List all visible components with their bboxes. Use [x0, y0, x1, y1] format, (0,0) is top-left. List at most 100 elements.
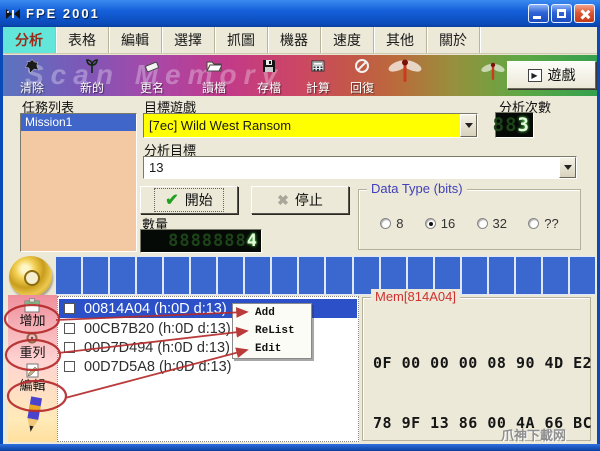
window-border [0, 27, 3, 451]
start-button[interactable]: ✔ 開始 [140, 186, 238, 214]
target-game-value: [7ec] Wild West Ransom [144, 114, 460, 137]
new-label: 新的 [79, 81, 104, 95]
radio-unknown-label: ?? [544, 216, 559, 231]
target-game-combo[interactable]: [7ec] Wild West Ransom [143, 113, 478, 138]
chevron-down-icon[interactable] [559, 157, 576, 178]
radio-8[interactable]: 8 [380, 216, 404, 231]
led-value: 3 [517, 114, 530, 136]
menu-other[interactable]: 其他 [374, 27, 427, 53]
minimize-icon [533, 16, 541, 19]
rename-button[interactable]: 更名 [129, 58, 175, 95]
menu-analyze[interactable]: 分析 [3, 27, 56, 53]
address-text: 00D7D5A8 (h:0D d:13) [84, 358, 232, 375]
menu-speed[interactable]: 速度 [321, 27, 374, 53]
save-label: 存檔 [256, 81, 281, 95]
radio-8-label: 8 [396, 216, 404, 231]
menu-about[interactable]: 關於 [427, 27, 480, 53]
row-checkbox[interactable] [64, 361, 75, 372]
toolbar: Scan Memory 清除 新的 更名 讀檔 存檔 計算 回復 ▶ 遊戲 [3, 54, 597, 96]
game-button[interactable]: ▶ 遊戲 [507, 61, 596, 89]
undo-label: 回復 [349, 81, 374, 95]
radio-icon [528, 218, 540, 229]
save-button[interactable]: 存檔 [246, 58, 292, 95]
address-list[interactable]: 00814A04 (h:0D d:13) 00CB7B20 (h:0D d:13… [57, 296, 359, 442]
undo-button[interactable]: 回復 [341, 58, 383, 95]
pencil-icon [26, 396, 42, 432]
address-row[interactable]: 00814A04 (h:0D d:13) [59, 299, 357, 318]
minimize-button[interactable] [528, 4, 549, 23]
analysis-target-combo[interactable]: 13 [143, 156, 577, 179]
edit-button[interactable]: 編輯 [19, 363, 46, 394]
radio-icon [380, 218, 392, 229]
radio-unknown[interactable]: ?? [528, 216, 559, 231]
task-item-mission1[interactable]: Mission1 [21, 114, 136, 131]
maximize-button[interactable] [551, 4, 572, 23]
radio-32[interactable]: 32 [476, 216, 507, 231]
chevron-down-icon[interactable] [460, 114, 477, 137]
new-icon [86, 59, 98, 73]
quantity-display: 8888888 4 [140, 229, 262, 253]
game-button-label: 遊戲 [547, 67, 576, 83]
address-text: 00814A04 (h:0D d:13) [84, 300, 227, 317]
check-icon: ✔ [165, 192, 179, 209]
cross-icon: ✖ [277, 191, 289, 208]
led-ghost-digits: 88 [492, 114, 518, 136]
edit-button-label: 編輯 [19, 378, 46, 393]
maximize-icon [557, 9, 566, 18]
stop-button[interactable]: ✖ 停止 [251, 186, 349, 214]
context-menu: Add ReList Edit [232, 303, 312, 359]
memory-groupbox: Mem[814A04] 0F 00 00 00 08 90 4D E2 78 9… [362, 289, 592, 441]
clear-label: 清除 [19, 81, 44, 95]
radio-icon [476, 218, 488, 229]
relist-button-label: 重列 [19, 345, 46, 360]
relist-button[interactable]: 重列 [19, 331, 46, 361]
radio-32-label: 32 [492, 216, 507, 231]
menu-capture[interactable]: 抓圖 [215, 27, 268, 53]
close-button[interactable] [574, 4, 595, 23]
menu-bar: 分析 表格 編輯 選擇 抓圖 機器 速度 其他 關於 [3, 27, 597, 54]
menu-edit[interactable]: 編輯 [109, 27, 162, 53]
radio-16-label: 16 [440, 216, 456, 231]
menu-table[interactable]: 表格 [56, 27, 109, 53]
row-checkbox[interactable] [64, 342, 75, 353]
open-file-button[interactable]: 讀檔 [191, 58, 237, 95]
add-icon [24, 298, 40, 313]
radio-icon [424, 218, 436, 229]
context-menu-add[interactable]: Add [233, 304, 311, 322]
menu-select[interactable]: 選擇 [162, 27, 215, 53]
relist-icon [26, 332, 38, 344]
row-checkbox[interactable] [64, 323, 75, 334]
open-file-label: 讀檔 [201, 81, 226, 95]
clear-icon [24, 58, 40, 74]
led-ghost-digits: 8888888 [168, 231, 247, 251]
radio-16[interactable]: 16 [424, 216, 456, 231]
title-bar[interactable]: FPE 2001 [0, 0, 600, 27]
menu-machine[interactable]: 機器 [268, 27, 321, 53]
led-value: 4 [246, 231, 258, 251]
new-button[interactable]: 新的 [69, 58, 115, 95]
clear-button[interactable]: 清除 [9, 58, 55, 95]
task-listbox[interactable]: Mission1 [20, 113, 137, 252]
stop-button-label: 停止 [294, 192, 323, 208]
window-border [0, 444, 600, 451]
app-icon [6, 8, 20, 19]
data-type-groupbox: Data Type (bits) 8 16 32 ?? [358, 181, 581, 250]
analysis-target-value: 13 [149, 160, 164, 175]
analysis-count-display: 88 3 [492, 112, 534, 138]
rename-label: 更名 [139, 81, 164, 95]
context-menu-relist[interactable]: ReList [233, 322, 311, 340]
start-button-label: 開始 [184, 192, 213, 208]
row-checkbox[interactable] [64, 303, 75, 314]
progress-cell-strip [55, 256, 596, 295]
context-menu-edit[interactable]: Edit [233, 340, 311, 358]
calculate-button[interactable]: 計算 [297, 58, 339, 95]
dragonfly-icon [481, 62, 505, 80]
dragonfly-icon [388, 59, 422, 82]
data-type-label: Data Type (bits) [367, 181, 467, 196]
add-button[interactable]: 增加 [19, 298, 46, 329]
address-row[interactable]: 00D7D494 (h:0D d:13) [59, 338, 357, 357]
action-sidebar: 增加 重列 編輯 [8, 295, 57, 442]
save-icon [263, 60, 275, 72]
address-row[interactable]: 00D7D5A8 (h:0D d:13) [59, 357, 357, 376]
address-row[interactable]: 00CB7B20 (h:0D d:13) [59, 319, 357, 338]
